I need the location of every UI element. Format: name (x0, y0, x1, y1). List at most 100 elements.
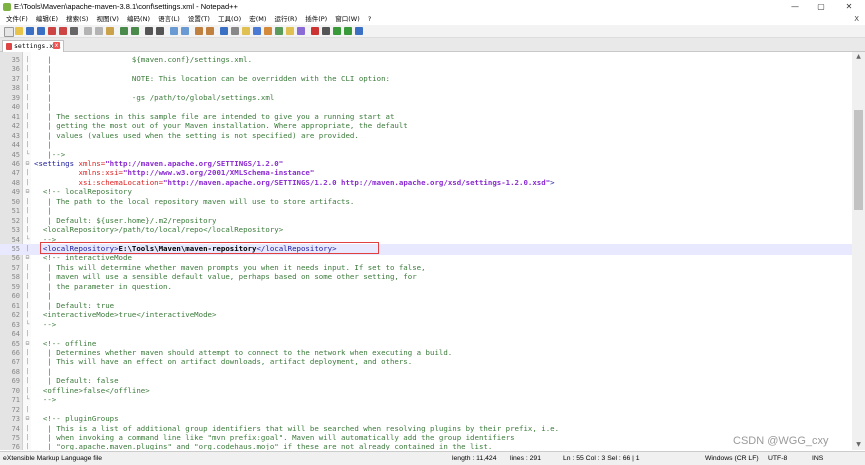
code-token: | values (values used when the setting i… (34, 130, 359, 140)
code-token: <interactiveMode>true</interactiveMode> (34, 310, 217, 320)
menu-help[interactable]: ? (368, 14, 371, 25)
scroll-up-icon[interactable]: ▲ (852, 52, 865, 62)
code-token: E:\Tools\Maven\maven-repository (118, 244, 257, 253)
status-insert-mode: INS (812, 455, 824, 462)
code-token: | This will have an effect on artifact d… (34, 357, 413, 367)
code-token: <!-- offline (34, 338, 97, 348)
record-macro-icon[interactable] (311, 27, 319, 35)
monitoring-icon[interactable] (297, 27, 305, 35)
indent-guide-icon[interactable] (242, 27, 250, 35)
play-macro-icon[interactable] (333, 27, 341, 35)
menu-window[interactable]: 窗口(W) (335, 14, 360, 25)
code-token: | the parameter in question. (34, 281, 172, 291)
menu-run[interactable]: 运行(R) (275, 14, 298, 25)
close-file-icon[interactable] (48, 27, 56, 35)
save-macro-icon[interactable] (355, 27, 363, 35)
scroll-down-icon[interactable]: ▼ (852, 440, 865, 450)
new-file-icon[interactable] (4, 27, 14, 37)
file-modified-icon (6, 43, 12, 50)
code-token: | Default: ${user.home}/.m2/repository (34, 215, 217, 225)
paste-icon[interactable] (106, 27, 114, 35)
doc-map-icon[interactable] (264, 27, 272, 35)
code-token: | The sections in this sample file are i… (34, 111, 395, 121)
folder-as-workspace-icon[interactable] (286, 27, 294, 35)
sync-vertical-icon[interactable] (195, 27, 203, 35)
code-token: | NOTE: This location can be overridden … (34, 73, 390, 83)
save-icon[interactable] (26, 27, 34, 35)
menu-view[interactable]: 视图(V) (96, 14, 119, 25)
zoom-out-icon[interactable] (181, 27, 189, 35)
menu-language[interactable]: 语言(L) (158, 14, 180, 25)
code-token: <localRepository> (34, 244, 119, 253)
zoom-in-icon[interactable] (170, 27, 178, 35)
code-token: | (34, 64, 52, 74)
line-number: 76 (11, 443, 20, 450)
language-icon[interactable] (253, 27, 261, 35)
code-token: <localRepository>/path/to/local/repo</lo… (34, 225, 284, 235)
editor-text-area[interactable]: 35 | | ${maven.conf}/settings.xml. 36 | | 37… (0, 52, 852, 450)
code-token: | ${maven.conf}/settings.xml. (34, 55, 253, 64)
status-encoding: UTF-8 (768, 455, 788, 462)
close-window-button[interactable]: ✕ (836, 0, 862, 14)
copy-icon[interactable] (95, 27, 103, 35)
code-token: | -gs /path/to/global/settings.xml (34, 92, 275, 102)
status-eol: Windows (CR LF) (705, 455, 759, 462)
function-list-icon[interactable] (275, 27, 283, 35)
status-language: eXtensible Markup Language file (3, 455, 102, 462)
code-token: --> (34, 319, 57, 329)
code-token: | Default: true (34, 300, 115, 310)
run-macro-multiple-icon[interactable] (344, 27, 352, 35)
open-file-icon[interactable] (15, 27, 23, 35)
code-token: | Default: false (34, 376, 119, 386)
code-token: |--> (34, 149, 66, 159)
code-token: | Determines whether maven should attemp… (34, 347, 453, 357)
print-icon[interactable] (70, 27, 78, 35)
code-token: <!-- interactiveMode (34, 253, 132, 263)
show-all-chars-icon[interactable] (231, 27, 239, 35)
code-token: "http://maven.apache.org/SETTINGS/1.2.0 … (163, 177, 551, 187)
tab-bar: settings.xml x (0, 38, 865, 52)
code-line[interactable]: 76 | | "org.apache.maven.plugins" and "or… (0, 442, 852, 450)
code-token: "http://www.w3.org/2001/XMLSchema-instan… (123, 168, 315, 178)
code-token: <!-- localRepository (34, 187, 132, 197)
code-token: "http://maven.apache.org/SETTINGS/1.2.0" (105, 158, 284, 168)
scrollbar-thumb[interactable] (854, 110, 863, 210)
code-token: > (550, 177, 555, 187)
window-title: E:\Tools\Maven\apache-maven-3.8.1\conf\s… (14, 2, 238, 11)
vertical-scrollbar[interactable]: ▲ ▼ (852, 52, 865, 450)
code-token: | This will determine whether maven prom… (34, 262, 426, 272)
menu-settings[interactable]: 设置(T) (188, 14, 210, 25)
tab-close-icon[interactable]: x (53, 42, 60, 49)
code-token: | The path to the local repository maven… (34, 196, 355, 206)
code-token: <offline>false</offline> (34, 385, 150, 395)
tab-settings-xml[interactable]: settings.xml x (2, 40, 64, 52)
menu-macro[interactable]: 宏(M) (249, 14, 266, 25)
find-icon[interactable] (145, 27, 153, 35)
maximize-button[interactable]: ▢ (808, 0, 834, 14)
code-token: xmlns:xsi= (34, 168, 123, 178)
code-token: --> (34, 234, 57, 244)
code-token: | (34, 206, 52, 216)
menu-edit[interactable]: 编辑(E) (36, 14, 58, 25)
code-token: <settings (34, 158, 79, 168)
cut-icon[interactable] (84, 27, 92, 35)
undo-icon[interactable] (120, 27, 128, 35)
sync-horizontal-icon[interactable] (206, 27, 214, 35)
status-lines: lines : 291 (510, 455, 541, 462)
word-wrap-icon[interactable] (220, 27, 228, 35)
redo-icon[interactable] (131, 27, 139, 35)
stop-macro-icon[interactable] (322, 27, 330, 35)
replace-icon[interactable] (156, 27, 164, 35)
menu-plugins[interactable]: 插件(P) (305, 14, 327, 25)
minimize-button[interactable]: — (782, 0, 808, 14)
close-document-icon[interactable]: X (854, 14, 859, 25)
code-token: | maven will use a sensible default valu… (34, 272, 417, 282)
menu-tools[interactable]: 工具(O) (218, 14, 241, 25)
close-all-icon[interactable] (59, 27, 67, 35)
menu-file[interactable]: 文件(F) (6, 14, 28, 25)
code-token: | "org.apache.maven.plugins" and "org.co… (34, 442, 493, 450)
code-token: | This is a list of additional group ide… (34, 423, 560, 433)
menu-encoding[interactable]: 编码(N) (127, 14, 150, 25)
save-all-icon[interactable] (37, 27, 45, 35)
menu-search[interactable]: 搜索(S) (66, 14, 88, 25)
